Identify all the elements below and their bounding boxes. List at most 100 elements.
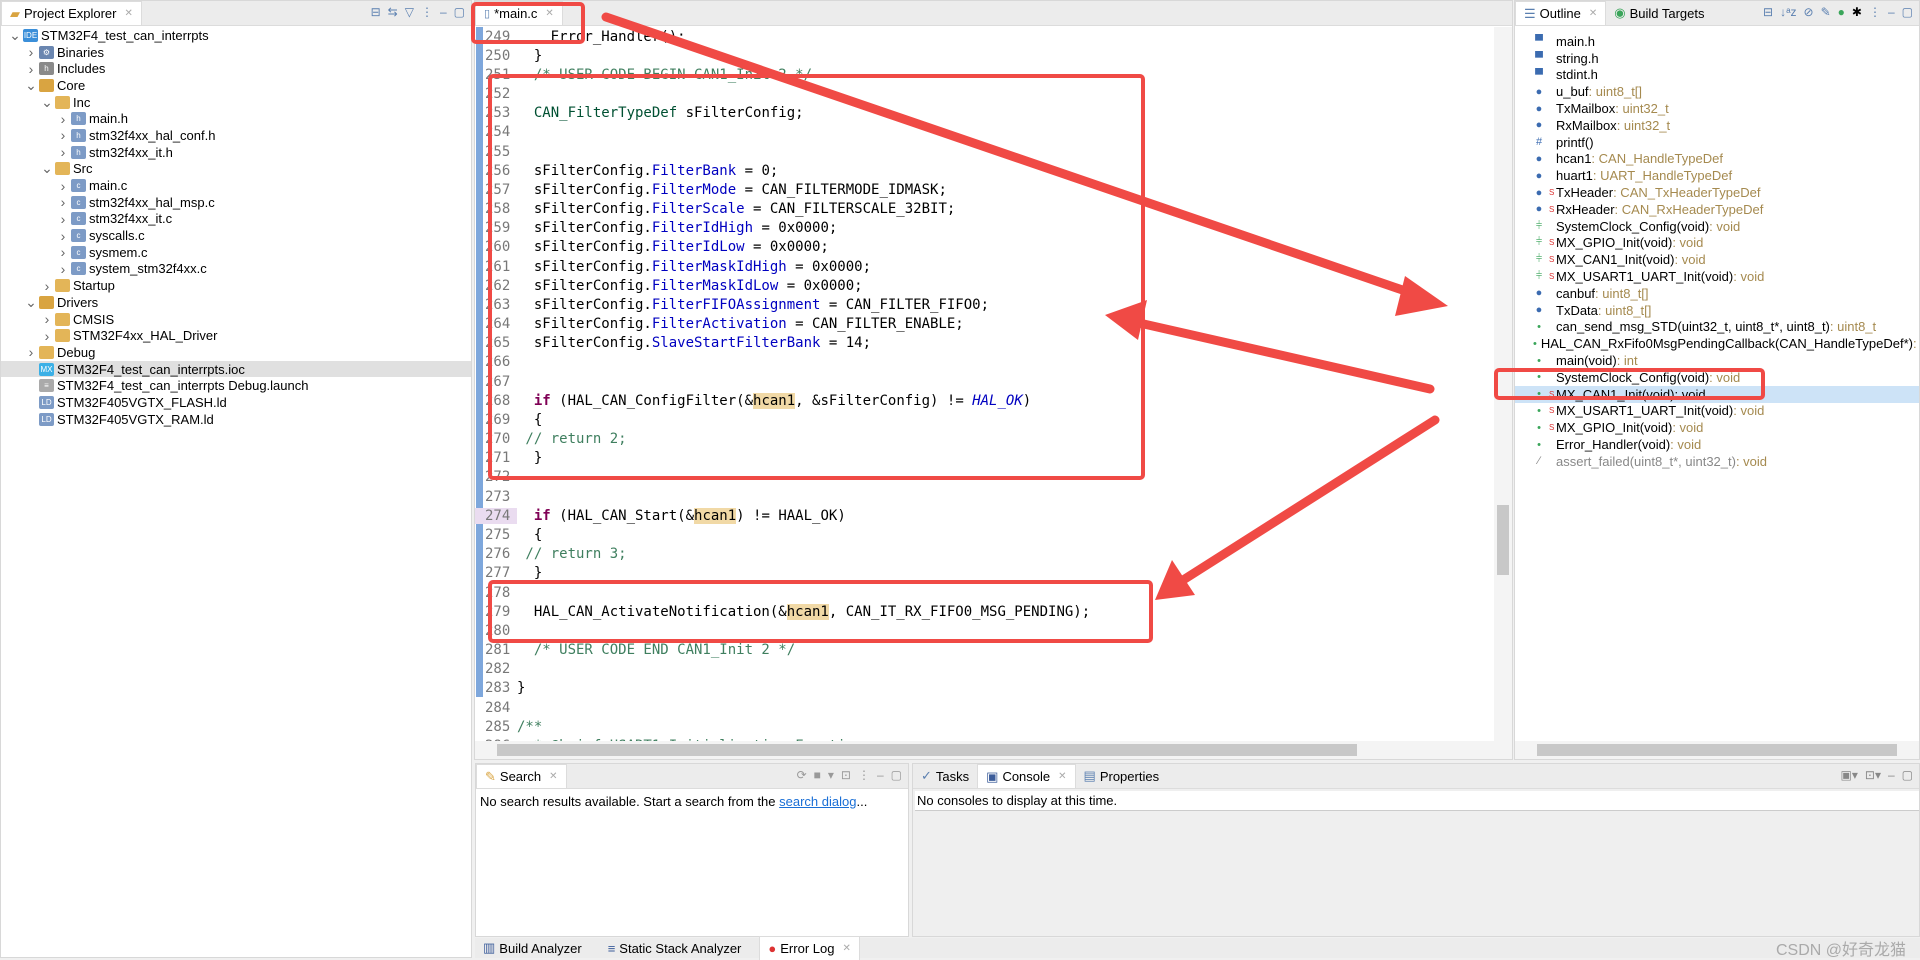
chevron-right-icon[interactable]: › bbox=[39, 278, 55, 294]
menu-icon[interactable]: ⋮ bbox=[1869, 5, 1881, 19]
chevron-right-icon[interactable]: › bbox=[23, 44, 39, 60]
tree-item[interactable]: › c stm32f4xx_it.c bbox=[1, 211, 471, 228]
tree-item[interactable]: › h main.h bbox=[1, 110, 471, 127]
outline-item[interactable]: ● RxMailbox : uint32_t bbox=[1515, 117, 1919, 134]
chevron-down-icon[interactable]: ⌄ bbox=[23, 294, 39, 311]
tree-item[interactable]: › h stm32f4xx_hal_conf.h bbox=[1, 127, 471, 144]
outline-item[interactable]: # printf() bbox=[1515, 134, 1919, 151]
close-icon[interactable]: ✕ bbox=[124, 8, 132, 19]
chevron-right-icon[interactable]: › bbox=[23, 61, 39, 77]
hide-macros-icon[interactable]: ✱ bbox=[1852, 5, 1862, 19]
close-icon[interactable]: ✕ bbox=[842, 943, 850, 954]
outline-item[interactable]: • SystemClock_Config(void) : void bbox=[1515, 369, 1919, 386]
tree-item[interactable]: › Debug bbox=[1, 344, 471, 361]
chevron-right-icon[interactable]: › bbox=[39, 311, 55, 327]
outline-item[interactable]: ▀ string.h bbox=[1515, 50, 1919, 67]
history-icon[interactable]: ▾ bbox=[828, 768, 834, 782]
maximize-icon[interactable]: ▢ bbox=[1902, 5, 1913, 19]
tree-item[interactable]: ⌄ Drivers bbox=[1, 294, 471, 311]
maximize-icon[interactable]: ▢ bbox=[891, 768, 902, 782]
tree-item[interactable]: › c main.c bbox=[1, 177, 471, 194]
chevron-right-icon[interactable]: › bbox=[55, 261, 71, 277]
tab-search[interactable]: ✎ Search ✕ bbox=[476, 764, 567, 788]
close-icon[interactable]: ✕ bbox=[549, 771, 557, 782]
open-console-icon[interactable]: ⊡▾ bbox=[1865, 768, 1881, 782]
close-icon[interactable]: ✕ bbox=[1589, 8, 1597, 19]
hscroll-thumb[interactable] bbox=[497, 744, 1357, 756]
tab-error-log[interactable]: ● Error Log ✕ bbox=[759, 936, 860, 960]
filter-icon[interactable]: ▽ bbox=[405, 5, 414, 19]
chevron-right-icon[interactable]: › bbox=[55, 178, 71, 194]
outline-item[interactable]: ⫩ SystemClock_Config(void) : void bbox=[1515, 218, 1919, 235]
outline-item[interactable]: ● S RxHeader : CAN_RxHeaderTypeDef bbox=[1515, 201, 1919, 218]
chevron-right-icon[interactable]: › bbox=[55, 228, 71, 244]
tab-build-targets[interactable]: ◉ Build Targets bbox=[1606, 1, 1712, 25]
tree-item[interactable]: MX STM32F4_test_can_interrpts.ioc bbox=[1, 360, 471, 378]
tree-item[interactable]: LD STM32F405VGTX_FLASH.ld bbox=[1, 394, 471, 411]
outline-item[interactable]: ● u_buf : uint8_t[] bbox=[1515, 83, 1919, 100]
collapse-all-icon[interactable]: ⊟ bbox=[1763, 5, 1773, 19]
outline-item[interactable]: • S MX_GPIO_Init(void) : void bbox=[1515, 419, 1919, 436]
menu-icon[interactable]: ⋮ bbox=[421, 5, 433, 19]
minimize-icon[interactable]: ‒ bbox=[1888, 768, 1895, 782]
vertical-scrollbar[interactable] bbox=[1494, 27, 1512, 741]
close-icon[interactable]: ✕ bbox=[1058, 771, 1066, 782]
tree-item[interactable]: › Startup bbox=[1, 277, 471, 294]
outline-item[interactable]: ⫩ S MX_GPIO_Init(void) : void bbox=[1515, 235, 1919, 252]
tree-item[interactable]: › h Includes bbox=[1, 60, 471, 77]
hide-static-icon[interactable]: ✎ bbox=[1821, 5, 1831, 19]
outline-item[interactable]: • S MX_CAN1_Init(void) : void bbox=[1515, 385, 1919, 403]
outline-item[interactable]: ⫩ S MX_CAN1_Init(void) : void bbox=[1515, 251, 1919, 268]
outline-item[interactable]: ⫩ S MX_USART1_UART_Init(void) : void bbox=[1515, 268, 1919, 285]
scroll-thumb[interactable] bbox=[1497, 505, 1509, 575]
tab-build-analyzer[interactable]: ▥ Build Analyzer bbox=[475, 936, 590, 960]
outline-item[interactable]: ∕ assert_failed(uint8_t*, uint32_t) : voi… bbox=[1515, 453, 1919, 470]
outline-item[interactable]: • can_send_msg_STD(uint32_t, uint8_t*, ui… bbox=[1515, 319, 1919, 336]
display-console-icon[interactable]: ▣▾ bbox=[1841, 768, 1858, 782]
minimize-icon[interactable]: ‒ bbox=[1888, 5, 1895, 19]
stop-icon[interactable]: ■ bbox=[814, 768, 821, 782]
tree-item[interactable]: › c stm32f4xx_hal_msp.c bbox=[1, 194, 471, 211]
tab-tasks[interactable]: ✓ Tasks bbox=[913, 764, 977, 788]
tab-main-c[interactable]: ▯ *main.c ✕ bbox=[475, 1, 563, 25]
tab-properties[interactable]: ▤ Properties bbox=[1076, 764, 1168, 788]
tab-project-explorer[interactable]: ▰ Project Explorer ✕ bbox=[1, 1, 142, 25]
chevron-right-icon[interactable]: › bbox=[55, 244, 71, 260]
chevron-right-icon[interactable]: › bbox=[55, 127, 71, 143]
maximize-icon[interactable]: ▢ bbox=[454, 5, 465, 19]
chevron-right-icon[interactable]: › bbox=[23, 344, 39, 360]
outline-item[interactable]: ▀ stdint.h bbox=[1515, 67, 1919, 84]
outline-item[interactable]: ● S TxHeader : CAN_TxHeaderTypeDef bbox=[1515, 184, 1919, 201]
sort-icon[interactable]: ↓ᵃz bbox=[1780, 5, 1796, 19]
chevron-down-icon[interactable]: ⌄ bbox=[7, 27, 23, 44]
tab-static-stack-analyzer[interactable]: ≡ Static Stack Analyzer bbox=[600, 936, 750, 960]
hscroll-thumb[interactable] bbox=[1537, 744, 1897, 756]
outline-item[interactable]: • S MX_USART1_UART_Init(void) : void bbox=[1515, 403, 1919, 420]
hide-nonpublic-icon[interactable]: ● bbox=[1838, 5, 1845, 19]
outline-item[interactable]: ● hcan1 : CAN_HandleTypeDef bbox=[1515, 151, 1919, 168]
tree-item[interactable]: › h stm32f4xx_it.h bbox=[1, 144, 471, 161]
chevron-down-icon[interactable]: ⌄ bbox=[39, 94, 55, 111]
chevron-right-icon[interactable]: › bbox=[39, 328, 55, 344]
chevron-right-icon[interactable]: › bbox=[55, 211, 71, 227]
outline-hscrollbar[interactable] bbox=[1515, 741, 1919, 759]
chevron-down-icon[interactable]: ⌄ bbox=[23, 77, 39, 94]
outline-item[interactable]: ▀ main.h bbox=[1515, 33, 1919, 50]
outline-item[interactable]: ● huart1 : UART_HandleTypeDef bbox=[1515, 167, 1919, 184]
horizontal-scrollbar[interactable] bbox=[475, 741, 1512, 759]
chevron-right-icon[interactable]: › bbox=[55, 194, 71, 210]
collapse-all-icon[interactable]: ⊟ bbox=[371, 5, 381, 19]
outline-item[interactable]: • Error_Handler(void) : void bbox=[1515, 436, 1919, 453]
search-dialog-link[interactable]: search dialog bbox=[779, 794, 856, 809]
outline-item[interactable]: ● canbuf : uint8_t[] bbox=[1515, 285, 1919, 302]
tree-item[interactable]: › STM32F4xx_HAL_Driver bbox=[1, 327, 471, 344]
outline-item[interactable]: ● TxMailbox : uint32_t bbox=[1515, 100, 1919, 117]
outline-item[interactable]: ● TxData : uint8_t[] bbox=[1515, 302, 1919, 319]
tree-item[interactable]: ⌄ IDE STM32F4_test_can_interrpts bbox=[1, 27, 471, 44]
maximize-icon[interactable]: ▢ bbox=[1902, 768, 1913, 782]
tree-item[interactable]: ⌄ Core bbox=[1, 77, 471, 94]
menu-icon[interactable]: ⋮ bbox=[858, 768, 870, 782]
chevron-down-icon[interactable]: ⌄ bbox=[39, 160, 55, 177]
hide-fields-icon[interactable]: ⊘ bbox=[1804, 5, 1814, 19]
tree-item[interactable]: › c system_stm32f4xx.c bbox=[1, 261, 471, 278]
